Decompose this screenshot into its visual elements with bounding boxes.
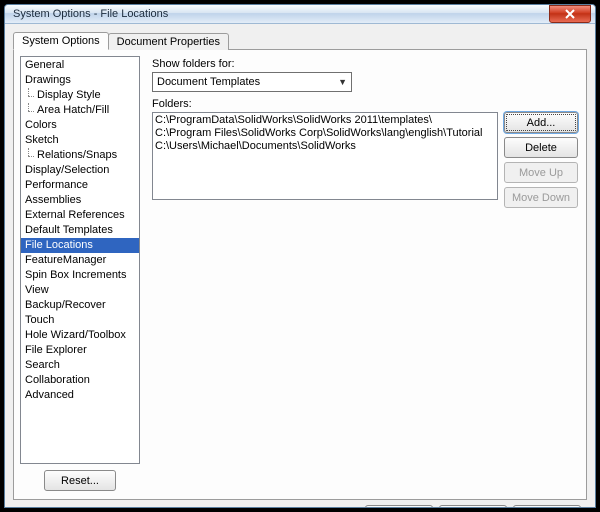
folder-buttons: Add... Delete Move Up Move Down (504, 112, 578, 208)
folder-path[interactable]: C:\ProgramData\SolidWorks\SolidWorks 201… (155, 114, 495, 127)
folders-row: C:\ProgramData\SolidWorks\SolidWorks 201… (152, 112, 578, 208)
close-icon (565, 9, 575, 19)
options-tree[interactable]: GeneralDrawingsDisplay StyleArea Hatch/F… (20, 56, 140, 464)
tree-item[interactable]: Default Templates (21, 223, 139, 238)
tab-panel: GeneralDrawingsDisplay StyleArea Hatch/F… (13, 49, 587, 500)
tree-item[interactable]: File Locations (21, 238, 139, 253)
delete-button[interactable]: Delete (504, 137, 578, 158)
tab-document-properties[interactable]: Document Properties (108, 33, 229, 50)
tree-item[interactable]: Sketch (21, 133, 139, 148)
tree-item[interactable]: External References (21, 208, 139, 223)
client-area: System Options Document Properties Gener… (5, 24, 595, 508)
titlebar: System Options - File Locations (5, 5, 595, 24)
tree-item[interactable]: Area Hatch/Fill (21, 103, 139, 118)
tree-item[interactable]: Display Style (21, 88, 139, 103)
folders-label: Folders: (152, 98, 578, 110)
tree-item[interactable]: Collaboration (21, 373, 139, 388)
tree-item[interactable]: Drawings (21, 73, 139, 88)
help-button[interactable]: Help (513, 505, 581, 509)
tabstrip: System Options Document Properties (13, 30, 587, 50)
tree-item[interactable]: Relations/Snaps (21, 148, 139, 163)
folder-path[interactable]: C:\Users\Michael\Documents\SolidWorks (155, 140, 495, 153)
dialog-buttons: OK Cancel Help (13, 500, 587, 508)
tree-item[interactable]: File Explorer (21, 343, 139, 358)
tree-item[interactable]: Performance (21, 178, 139, 193)
right-pane: Show folders for: Document Templates ▼ F… (150, 56, 578, 491)
tree-item[interactable]: Search (21, 358, 139, 373)
tree-item[interactable]: View (21, 283, 139, 298)
tree-item[interactable]: General (21, 58, 139, 73)
ok-button[interactable]: OK (365, 505, 433, 509)
folder-path[interactable]: C:\Program Files\SolidWorks Corp\SolidWo… (155, 127, 495, 140)
chevron-down-icon: ▼ (338, 77, 347, 87)
move-up-button: Move Up (504, 162, 578, 183)
tree-item[interactable]: FeatureManager (21, 253, 139, 268)
add-button[interactable]: Add... (504, 112, 578, 133)
move-down-button: Move Down (504, 187, 578, 208)
reset-button[interactable]: Reset... (44, 470, 116, 491)
close-button[interactable] (549, 5, 591, 23)
tree-column: GeneralDrawingsDisplay StyleArea Hatch/F… (20, 56, 140, 491)
tree-item[interactable]: Hole Wizard/Toolbox (21, 328, 139, 343)
tree-item[interactable]: Advanced (21, 388, 139, 403)
tree-item[interactable]: Spin Box Increments (21, 268, 139, 283)
tree-item[interactable]: Touch (21, 313, 139, 328)
cancel-button[interactable]: Cancel (439, 505, 507, 509)
show-folders-label: Show folders for: (152, 58, 578, 70)
dropdown-value: Document Templates (157, 76, 260, 88)
tree-item[interactable]: Backup/Recover (21, 298, 139, 313)
tree-item[interactable]: Display/Selection (21, 163, 139, 178)
window: System Options - File Locations System O… (4, 4, 596, 508)
tree-item[interactable]: Colors (21, 118, 139, 133)
folder-type-dropdown[interactable]: Document Templates ▼ (152, 72, 352, 92)
tab-system-options[interactable]: System Options (13, 32, 109, 50)
folders-listbox[interactable]: C:\ProgramData\SolidWorks\SolidWorks 201… (152, 112, 498, 200)
tree-item[interactable]: Assemblies (21, 193, 139, 208)
window-title: System Options - File Locations (13, 8, 549, 20)
